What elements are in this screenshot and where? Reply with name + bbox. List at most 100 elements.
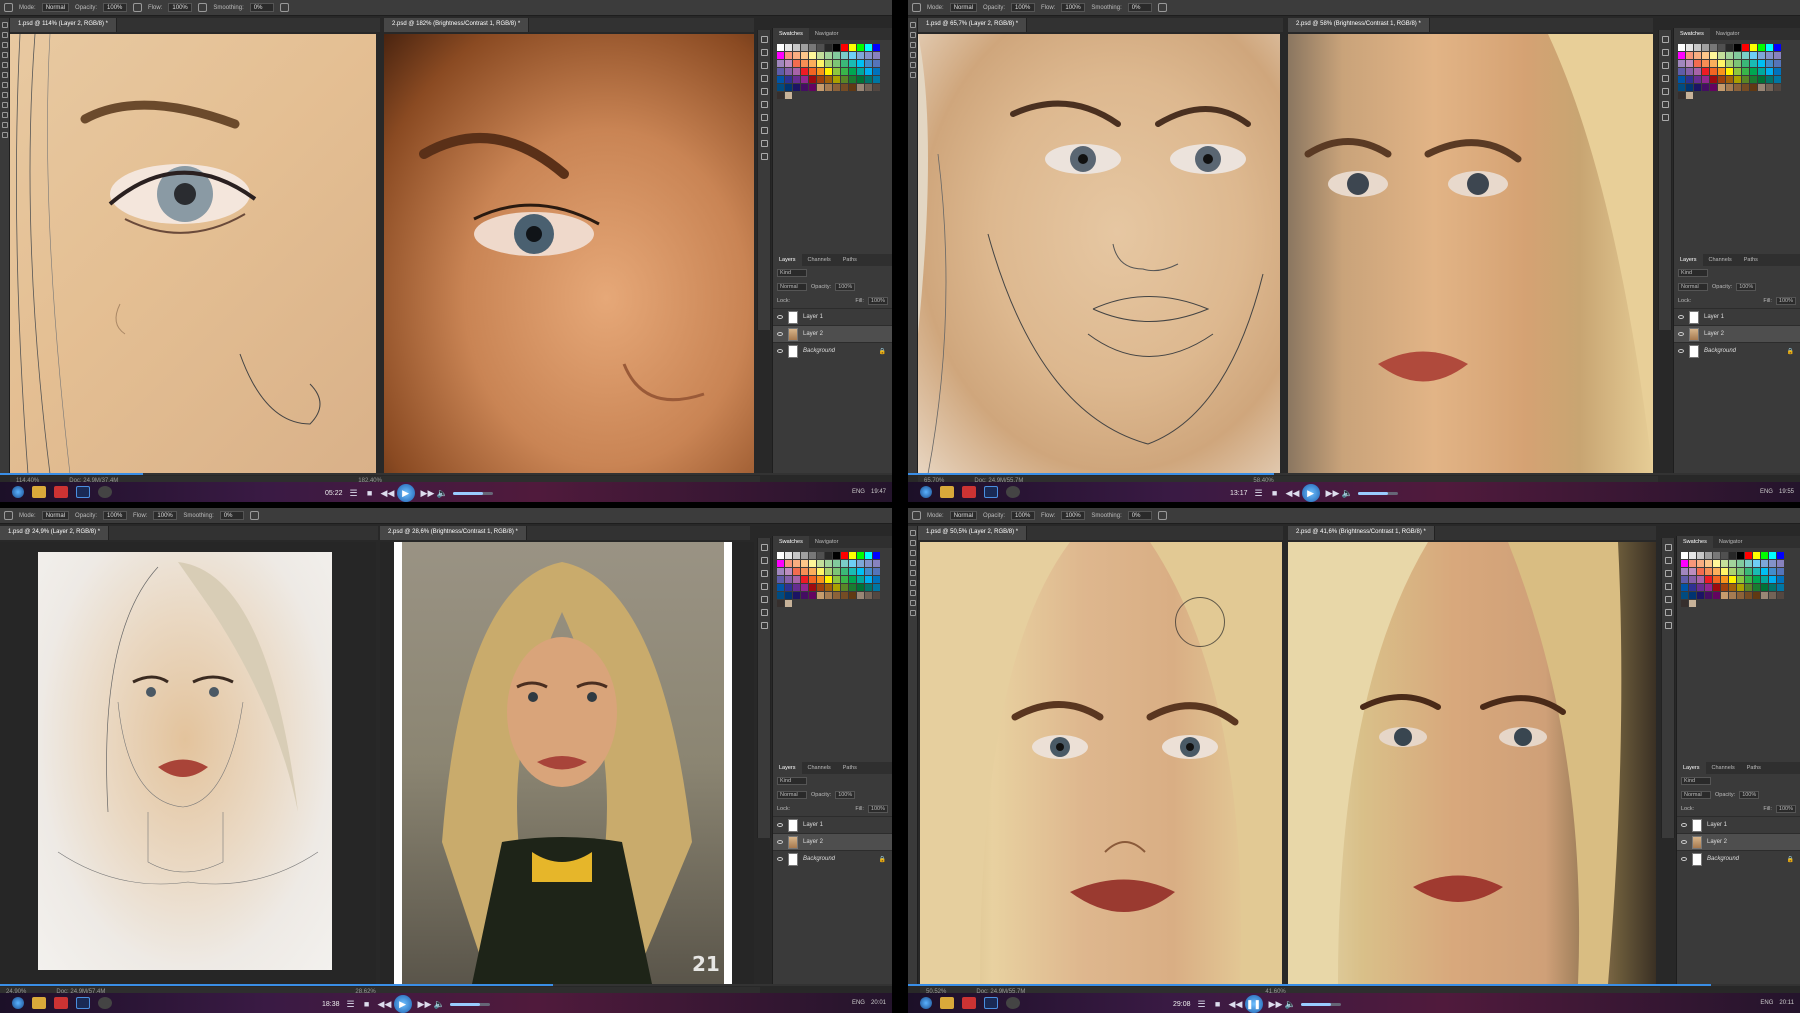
eye-icon[interactable] [777,332,783,336]
color-swatch[interactable] [1689,552,1696,559]
color-swatch[interactable] [873,52,880,59]
canvas-painting[interactable] [10,34,376,474]
fill-field[interactable]: 100% [1776,805,1796,813]
stop-icon[interactable]: ■ [1270,488,1280,498]
color-swatch[interactable] [801,52,808,59]
color-swatch[interactable] [833,592,840,599]
color-swatch[interactable] [1705,568,1712,575]
color-swatch[interactable] [1718,52,1725,59]
color-swatch[interactable] [873,560,880,567]
layer-opacity-field[interactable]: 100% [835,283,855,291]
color-swatch[interactable] [1753,576,1760,583]
color-swatch[interactable] [865,576,872,583]
color-swatch[interactable] [1713,560,1720,567]
opacity-field[interactable]: 100% [1011,3,1035,12]
color-swatch[interactable] [793,584,800,591]
marquee-tool-icon[interactable] [2,32,8,38]
color-swatch[interactable] [1766,60,1773,67]
color-swatch[interactable] [857,52,864,59]
eye-icon[interactable] [1681,823,1687,827]
windows-start-icon[interactable] [920,486,932,498]
marquee-tool-icon[interactable] [910,540,916,546]
color-swatch[interactable] [1694,60,1701,67]
tools-icon[interactable] [1665,622,1672,629]
color-swatch[interactable] [1686,68,1693,75]
color-swatch[interactable] [1694,84,1701,91]
pressure-opacity-icon[interactable] [133,3,142,12]
color-swatch[interactable] [817,60,824,67]
color-swatch[interactable] [1694,68,1701,75]
move-tool-icon[interactable] [910,530,916,536]
color-swatch[interactable] [1769,568,1776,575]
color-swatch[interactable] [1769,576,1776,583]
color-swatch[interactable] [1769,584,1776,591]
rewind-icon[interactable]: ◀◀ [378,999,388,1009]
folder-icon[interactable] [940,997,954,1009]
color-swatch[interactable] [1686,60,1693,67]
play-action-icon[interactable] [761,49,768,56]
layer-opacity-field[interactable]: 100% [1739,791,1759,799]
color-swatch[interactable] [1686,92,1693,99]
color-swatch[interactable] [817,76,824,83]
color-swatch[interactable] [1710,68,1717,75]
color-swatch[interactable] [817,560,824,567]
lasso-tool-icon[interactable] [910,550,916,556]
history-icon[interactable] [761,36,768,43]
play-button[interactable]: ▶ [394,995,412,1013]
color-swatch[interactable] [1702,76,1709,83]
color-swatch[interactable] [1689,560,1696,567]
info-icon[interactable] [761,570,768,577]
color-swatch[interactable] [865,592,872,599]
color-swatch[interactable] [849,584,856,591]
color-swatch[interactable] [1758,76,1765,83]
brush-tool-icon[interactable] [910,570,916,576]
color-swatch[interactable] [833,576,840,583]
color-swatch[interactable] [1769,592,1776,599]
color-swatch[interactable] [793,52,800,59]
color-swatch[interactable] [1729,592,1736,599]
color-swatch[interactable] [865,84,872,91]
color-swatch[interactable] [1713,568,1720,575]
paragraph-icon[interactable] [1662,101,1669,108]
color-swatch[interactable] [1678,52,1685,59]
color-swatch[interactable] [1734,76,1741,83]
color-swatch[interactable] [1742,52,1749,59]
color-swatch[interactable] [785,584,792,591]
brush-preset-icon[interactable] [4,3,13,12]
paragraph-icon[interactable] [1665,609,1672,616]
color-swatch[interactable] [801,68,808,75]
color-swatch[interactable] [873,584,880,591]
color-swatch[interactable] [1726,60,1733,67]
color-swatch[interactable] [1753,584,1760,591]
color-swatch[interactable] [849,592,856,599]
color-swatch[interactable] [1697,568,1704,575]
canvas-reference-photo[interactable]: 21 [380,542,754,984]
color-swatch[interactable] [825,552,832,559]
volume-icon[interactable]: 🔈 [1285,999,1295,1009]
stop-icon[interactable]: ■ [365,488,375,498]
chrome-icon[interactable] [962,997,976,1009]
color-swatch[interactable] [793,84,800,91]
color-swatch[interactable] [1713,592,1720,599]
color-swatch[interactable] [841,52,848,59]
color-swatch[interactable] [833,84,840,91]
volume-icon[interactable]: 🔈 [1342,488,1352,498]
color-swatch[interactable] [825,76,832,83]
color-swatch[interactable] [833,68,840,75]
properties-icon[interactable] [761,583,768,590]
color-swatch[interactable] [1766,84,1773,91]
properties-icon[interactable] [1662,75,1669,82]
type-tool-icon[interactable] [2,112,8,118]
color-swatch[interactable] [1694,52,1701,59]
tab-layers[interactable]: Layers [773,762,802,774]
color-swatch[interactable] [1753,560,1760,567]
opacity-field[interactable]: 100% [103,3,127,12]
eye-icon[interactable] [777,857,783,861]
mode-select[interactable]: Normal [42,511,69,520]
color-swatch[interactable] [841,584,848,591]
color-swatch[interactable] [1745,576,1752,583]
color-swatch[interactable] [873,68,880,75]
color-swatch[interactable] [865,52,872,59]
language-indicator[interactable]: ENG [852,489,865,495]
color-swatch[interactable] [793,60,800,67]
